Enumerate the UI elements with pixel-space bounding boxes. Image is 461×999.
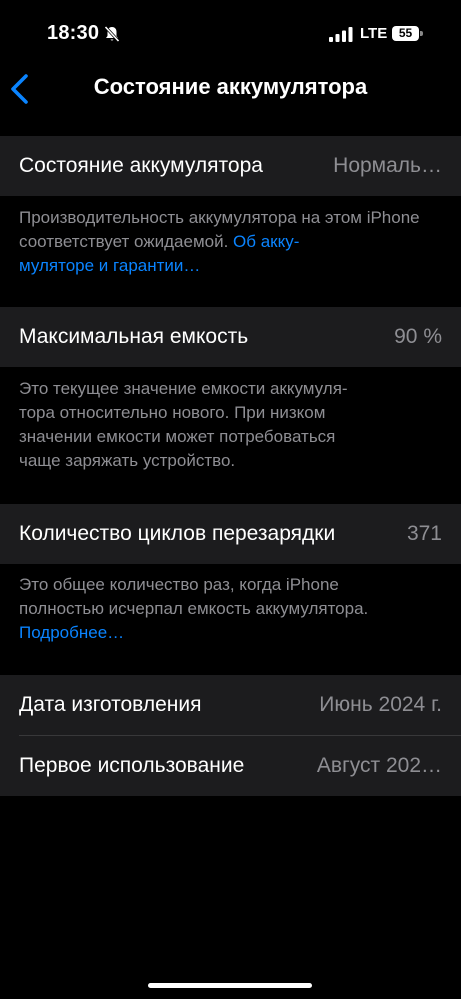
battery-health-footer: Производительность аккумулятора на этом … (19, 206, 444, 278)
home-indicator[interactable] (148, 983, 312, 988)
manufacture-date-row: Дата изготовления Июнь 2024 г. (0, 675, 461, 735)
first-use-value: Август 202… (316, 754, 442, 777)
battery-health-footer-text: Производительность аккумулятора на этом … (19, 208, 420, 251)
status-time: 18:30 (47, 22, 100, 44)
page-title: Состояние аккумулятора (93, 74, 368, 99)
battery-health-label: Состояние аккумулятора (19, 154, 263, 177)
status-bar: 18:30 LTE 55 (0, 0, 461, 60)
cycle-count-value: 371 (406, 522, 442, 545)
first-use-row: Первое использование Август 202… (0, 736, 461, 796)
battery-level: 55 (398, 26, 413, 40)
battery-warranty-link[interactable]: Об акку- (233, 232, 299, 251)
capacity-footer-line: тора относительно нового. При низком (19, 403, 326, 422)
bell-slash-icon (104, 25, 120, 43)
cycles-footer-line: полностью исчерпал емкость аккумулятора. (19, 599, 369, 618)
battery-warranty-link-continued[interactable]: муляторе и гарантии… (19, 256, 200, 275)
dates-group: Дата изготовления Июнь 2024 г. Первое ис… (0, 675, 461, 796)
network-type: LTE (360, 25, 388, 42)
first-use-label: Первое использование (19, 754, 245, 777)
battery-health-value: Нормаль… (333, 154, 442, 177)
capacity-footer-line: чаще заряжать устройство. (19, 451, 236, 470)
cycle-count-footer: Это общее количество раз, когда iPhone п… (19, 573, 444, 645)
max-capacity-footer: Это текущее значение емкости аккумуля- т… (19, 377, 444, 473)
max-capacity-value: 90 % (394, 325, 442, 348)
manufacture-date-value: Июнь 2024 г. (319, 693, 442, 716)
capacity-footer-line: значении емкости может потребоваться (19, 427, 336, 446)
max-capacity-cell: Максимальная емкость 90 % (0, 307, 461, 367)
max-capacity-label: Максимальная емкость (19, 325, 249, 348)
cycles-footer-line: Это общее количество раз, когда iPhone (19, 575, 339, 594)
battery-icon: 55 (392, 26, 424, 41)
learn-more-link[interactable]: Подробнее… (19, 623, 124, 642)
capacity-footer-line: Это текущее значение емкости аккумуля- (19, 379, 348, 398)
navigation-bar: Состояние аккумулятора (0, 66, 461, 112)
cellular-signal-icon (329, 27, 353, 42)
manufacture-date-label: Дата изготовления (19, 693, 202, 716)
cycle-count-label: Количество циклов перезарядки (19, 522, 336, 545)
cycle-count-cell: Количество циклов перезарядки 371 (0, 504, 461, 564)
battery-health-cell[interactable]: Состояние аккумулятора Нормаль… (0, 136, 461, 196)
